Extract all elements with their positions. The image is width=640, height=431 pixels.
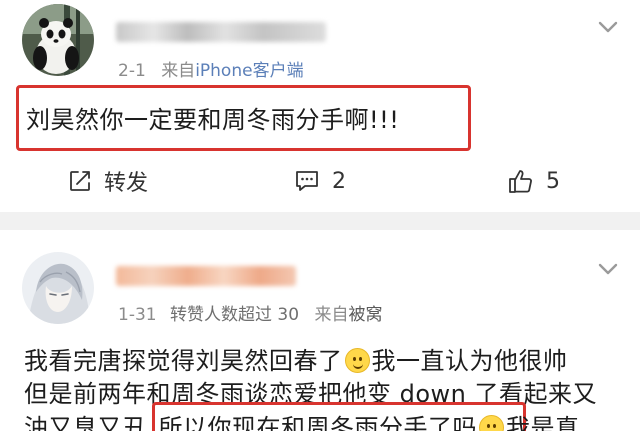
like-button[interactable]: 5 bbox=[508, 166, 560, 196]
comment-meta: 2-1 来自iPhone客户端 bbox=[118, 56, 304, 81]
username-blurred[interactable] bbox=[116, 22, 326, 42]
section-separator bbox=[0, 212, 640, 230]
comment-text-segment: 我看完唐探觉得刘昊然回春了 bbox=[24, 347, 343, 375]
repost-label: 转发 bbox=[104, 171, 149, 196]
comment-line-3: 油又臭又丑 所以你现在和周冬雨分手了吗 我是真 bbox=[24, 408, 580, 431]
repost-button[interactable]: 转发 bbox=[68, 166, 148, 196]
user-avatar-panda[interactable] bbox=[22, 4, 94, 76]
user-avatar-anime[interactable] bbox=[22, 252, 94, 324]
like-icon bbox=[509, 170, 532, 193]
comment-icon bbox=[296, 171, 318, 191]
comment-text: 刘昊然你一定要和周冬雨分手啊!!! bbox=[26, 106, 400, 134]
comment-card-2: 1-31 转赞人数超过 30 来自被窝 我看完唐探觉得刘昊然回春了 我一直认为他很… bbox=[0, 230, 640, 431]
comment-line-1: 我看完唐探觉得刘昊然回春了 我一直认为他很帅 bbox=[24, 341, 568, 376]
comment-date: 1-31 bbox=[118, 305, 157, 325]
comment-date: 2-1 bbox=[118, 61, 146, 81]
chevron-down-icon[interactable] bbox=[598, 20, 618, 34]
like-count: 5 bbox=[546, 168, 560, 194]
source-label[interactable]: 被窝 bbox=[348, 305, 382, 325]
source-prefix: 来自 bbox=[314, 305, 349, 325]
smile-emoji bbox=[344, 348, 370, 373]
highlighted-text: 所以你现在和周冬雨分手了吗 bbox=[158, 414, 477, 431]
comment-text-segment: 我一直认为他很帅 bbox=[371, 347, 568, 375]
chevron-down-icon[interactable] bbox=[598, 262, 618, 276]
comment-card-1: 2-1 来自iPhone客户端 刘昊然你一定要和周冬雨分手啊!!! 转发 2 5 bbox=[0, 0, 640, 212]
source-prefix: 来自 bbox=[161, 61, 196, 81]
smile-emoji bbox=[479, 415, 504, 431]
source-label[interactable]: iPhone客户端 bbox=[195, 61, 303, 81]
hot-badge: 转赞人数超过 30 bbox=[170, 305, 300, 325]
username-blurred[interactable] bbox=[116, 266, 296, 286]
repost-icon bbox=[70, 171, 90, 191]
comment-meta: 1-31 转赞人数超过 30 来自被窝 bbox=[118, 300, 382, 325]
comment-button[interactable]: 2 bbox=[294, 166, 346, 196]
comment-text-segment: 我是真 bbox=[506, 414, 580, 431]
comment-text-segment: 油又臭又丑 bbox=[24, 414, 147, 431]
comment-count: 2 bbox=[332, 168, 346, 194]
